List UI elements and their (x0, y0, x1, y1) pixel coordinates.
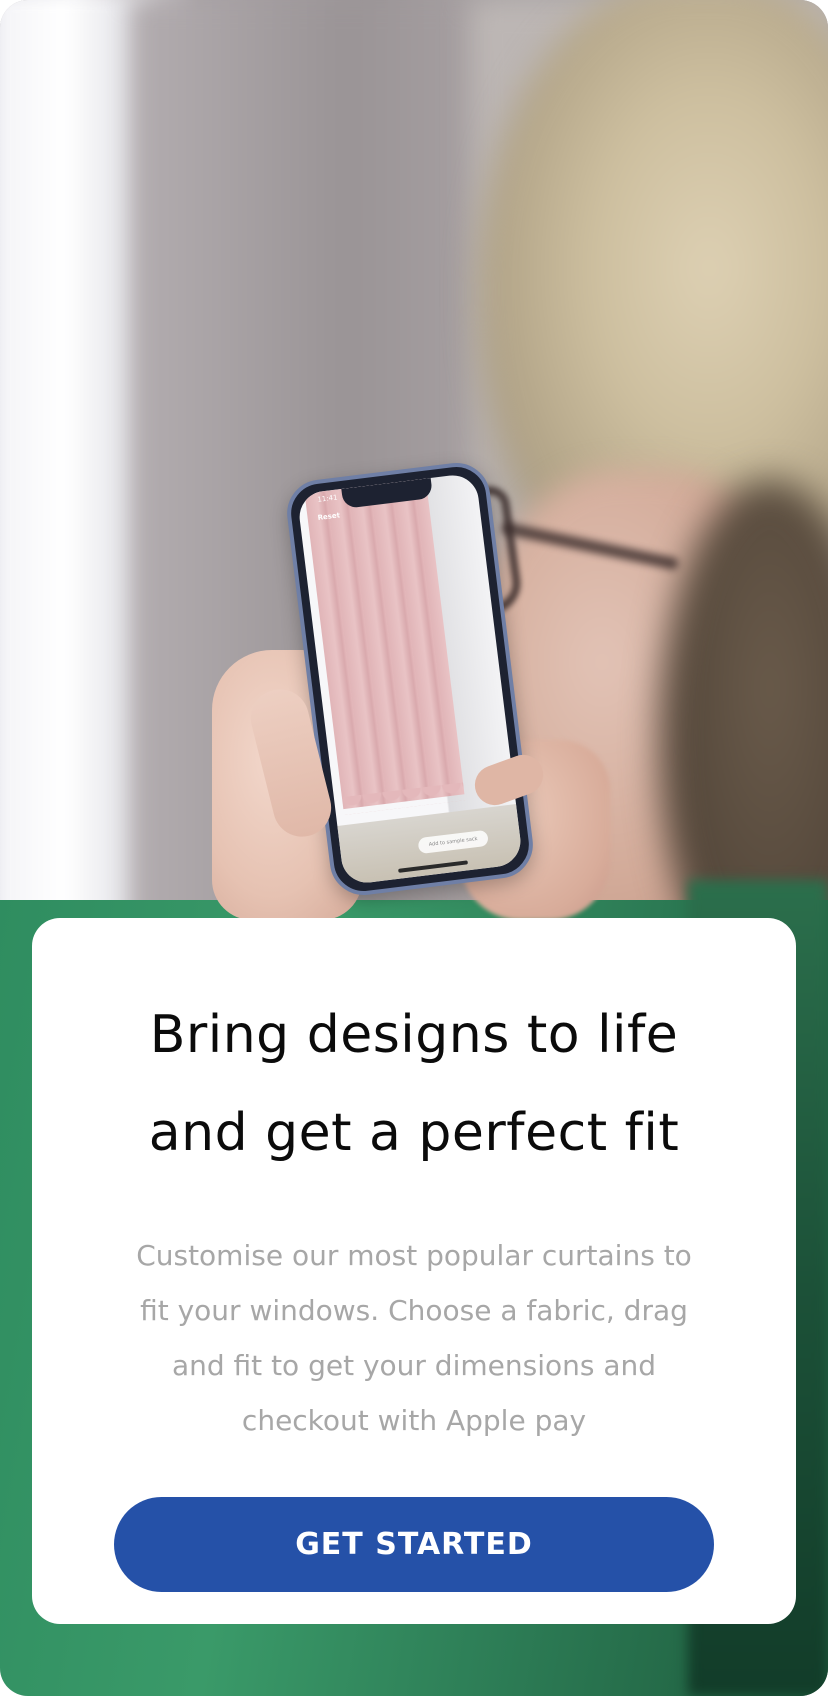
phone-screen: 11:41 Reset Add to sample sack (296, 472, 524, 886)
curtain-preview (304, 478, 465, 810)
get-started-button[interactable]: GET STARTED (114, 1497, 714, 1592)
onboarding-title: Bring designs to life and get a perfect … (148, 1005, 680, 1163)
onboarding-description: Customise our most popular curtains to f… (136, 1239, 692, 1437)
onboarding-screen: 11:41 Reset Add to sample sack Bring des… (0, 0, 828, 1696)
onboarding-card: Bring designs to life and get a perfect … (32, 918, 796, 1624)
